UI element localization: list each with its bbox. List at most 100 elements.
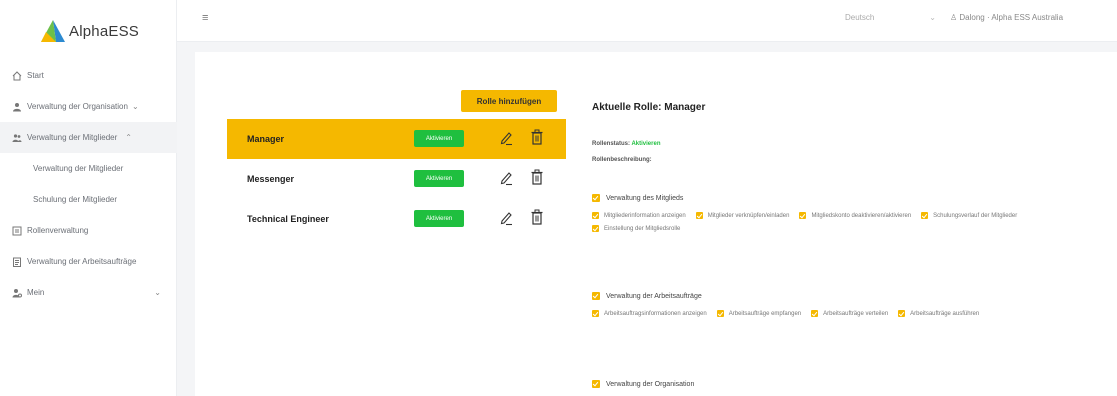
checkbox-icon[interactable]	[799, 212, 807, 219]
user-name: Dalong · Alpha ESS Australia	[959, 13, 1064, 22]
alphaess-logo-icon	[41, 20, 65, 42]
edit-icon[interactable]	[499, 130, 513, 146]
sidebar-item-roles[interactable]: Rollenverwaltung	[0, 215, 177, 246]
checkbox-icon[interactable]	[921, 212, 929, 219]
permission-item[interactable]: Mitglieder verknüpfen/einladen	[695, 212, 790, 219]
checkbox-icon[interactable]	[592, 380, 600, 388]
permission-group-header[interactable]: Verwaltung der Arbeitsaufträge	[592, 292, 1112, 300]
permission-item[interactable]: Arbeitsaufträge empfangen	[716, 310, 802, 317]
permission-label: Arbeitsaufträge verteilen	[823, 310, 889, 317]
permission-label: Mitglieder verknüpfen/einladen	[707, 212, 790, 219]
permission-group-header[interactable]: Verwaltung der Organisation	[592, 380, 1112, 388]
language-value: Deutsch	[845, 13, 875, 22]
permission-label: Arbeitsaufträge empfangen	[728, 310, 802, 317]
sidebar-item-mein[interactable]: Mein ⌄	[0, 277, 177, 308]
brand-name: AlphaESS	[69, 22, 139, 40]
permission-item[interactable]: Schulungsverlauf der Mitglieder	[921, 212, 1017, 219]
chevron-down-icon: ⌄	[929, 13, 936, 22]
role-name: Manager	[247, 134, 285, 144]
role-status-label: Rollenstatus:	[592, 141, 631, 147]
role-name: Technical Engineer	[247, 214, 329, 224]
checkbox-icon[interactable]	[592, 292, 600, 300]
permission-item[interactable]: Arbeitsaufträge ausführen	[898, 310, 979, 317]
sidebar-item-label: Verwaltung der Mitglieder	[27, 133, 118, 142]
chevron-down-icon: ⌄	[154, 288, 161, 297]
roles-icon	[12, 226, 22, 235]
edit-icon[interactable]	[499, 210, 513, 226]
sidebar: AlphaESS Start Verwaltung der Organisati…	[0, 0, 177, 396]
sidebar-item-start[interactable]: Start	[0, 60, 177, 91]
person-icon	[13, 102, 21, 111]
role-list: Manager Aktivieren Messenger Aktivieren …	[227, 119, 566, 239]
permission-group-members: Verwaltung des Mitglieds Mitgliederinfor…	[592, 194, 1112, 232]
language-select[interactable]: Deutsch ⌄	[845, 13, 940, 29]
role-name: Messenger	[247, 174, 295, 184]
top-bar: ≡ Deutsch ⌄ ♙ Dalong · Alpha ESS Austral…	[177, 0, 1117, 42]
sidebar-item-label: Mein	[27, 288, 45, 297]
chevron-down-icon: ⌄	[131, 102, 139, 111]
checkbox-icon[interactable]	[592, 212, 599, 219]
sidebar-item-label: Verwaltung der Arbeitsaufträge	[27, 257, 137, 266]
user-icon: ♙	[950, 13, 958, 22]
permission-list: Arbeitsauftragsinformationen anzeigen Ar…	[592, 310, 1112, 317]
permission-list: Mitgliederinformation anzeigen Mitgliede…	[592, 212, 1112, 232]
sidebar-item-members[interactable]: Verwaltung der Mitglieder ⌃	[0, 122, 177, 153]
trash-icon[interactable]	[530, 129, 544, 146]
sidebar-item-label: Start	[27, 71, 44, 80]
add-role-button[interactable]: Rolle hinzufügen	[461, 90, 557, 112]
sidebar-item-organisation[interactable]: Verwaltung der Organisation ⌄	[0, 91, 177, 122]
activate-button[interactable]: Aktivieren	[414, 210, 464, 227]
sidebar-subitem-members-management[interactable]: Verwaltung der Mitglieder	[0, 153, 177, 184]
menu-toggle-icon[interactable]: ≡	[202, 12, 208, 24]
role-detail-panel: Aktuelle Rolle: Manager Rollenstatus: Ak…	[592, 90, 1112, 388]
permission-group-header[interactable]: Verwaltung des Mitglieds	[592, 194, 1112, 202]
app-root: AlphaESS Start Verwaltung der Organisati…	[0, 0, 1117, 396]
role-status: Rollenstatus: Aktivieren	[592, 141, 1112, 147]
user-menu[interactable]: ♙ Dalong · Alpha ESS Australia	[950, 13, 1063, 22]
permission-item[interactable]: Arbeitsauftragsinformationen anzeigen	[592, 310, 707, 317]
role-row-manager[interactable]: Manager Aktivieren	[227, 119, 566, 159]
people-icon	[12, 133, 22, 142]
role-status-value: Aktivieren	[631, 141, 661, 147]
permission-label: Mitgliederinformation anzeigen	[604, 212, 686, 219]
sidebar-item-label: Rollenverwaltung	[27, 226, 89, 235]
main-content: Rolle hinzufügen Manager Aktivieren Mess…	[195, 52, 1117, 396]
permission-label: Schulungsverlauf der Mitglieder	[933, 212, 1018, 219]
checkbox-icon[interactable]	[592, 194, 600, 202]
permission-group-work-orders: Verwaltung der Arbeitsaufträge Arbeitsau…	[592, 292, 1112, 317]
checkbox-icon[interactable]	[592, 310, 599, 317]
checkbox-icon[interactable]	[811, 310, 819, 317]
sidebar-subitem-members-training[interactable]: Schulung der Mitglieder	[0, 184, 177, 215]
sidebar-item-label: Verwaltung der Mitglieder	[33, 164, 124, 173]
checkbox-icon[interactable]	[898, 310, 906, 317]
checkbox-icon[interactable]	[716, 310, 724, 317]
permission-label: Einstellung der Mitgliedsrolle	[604, 225, 681, 232]
checkbox-icon[interactable]	[592, 225, 599, 232]
role-row-technical-engineer[interactable]: Technical Engineer Aktivieren	[227, 199, 566, 239]
user-settings-icon	[12, 288, 22, 297]
trash-icon[interactable]	[530, 169, 544, 186]
sidebar-item-label: Schulung der Mitglieder	[33, 195, 118, 204]
checkbox-icon[interactable]	[695, 212, 703, 219]
edit-icon[interactable]	[499, 170, 513, 186]
permission-label: Arbeitsauftragsinformationen anzeigen	[604, 310, 707, 317]
permission-item[interactable]: Mitgliederinformation anzeigen	[592, 212, 686, 219]
home-icon	[12, 70, 22, 80]
permission-item[interactable]: Einstellung der Mitgliedsrolle	[592, 225, 680, 232]
permission-item[interactable]: Arbeitsaufträge verteilen	[811, 310, 888, 317]
activate-button[interactable]: Aktivieren	[414, 130, 464, 147]
role-detail-title: Aktuelle Rolle: Manager	[592, 102, 706, 113]
chevron-up-icon: ⌃	[125, 133, 132, 142]
permission-label: Arbeitsaufträge ausführen	[910, 310, 980, 317]
brand-logo[interactable]: AlphaESS	[40, 18, 139, 44]
role-row-messenger[interactable]: Messenger Aktivieren	[227, 159, 566, 199]
permission-group-title: Verwaltung des Mitglieds	[606, 194, 684, 202]
permission-group-title: Verwaltung der Arbeitsaufträge	[606, 292, 702, 300]
trash-icon[interactable]	[530, 209, 544, 226]
clipboard-icon	[13, 257, 21, 267]
sidebar-item-work-orders[interactable]: Verwaltung der Arbeitsaufträge	[0, 246, 177, 277]
permission-group-title: Verwaltung der Organisation	[606, 380, 695, 388]
sidebar-nav: Start Verwaltung der Organisation ⌄ Verw…	[0, 60, 177, 308]
permission-item[interactable]: Mitgliedskonto deaktivieren/aktivieren	[799, 212, 911, 219]
activate-button[interactable]: Aktivieren	[414, 170, 464, 187]
